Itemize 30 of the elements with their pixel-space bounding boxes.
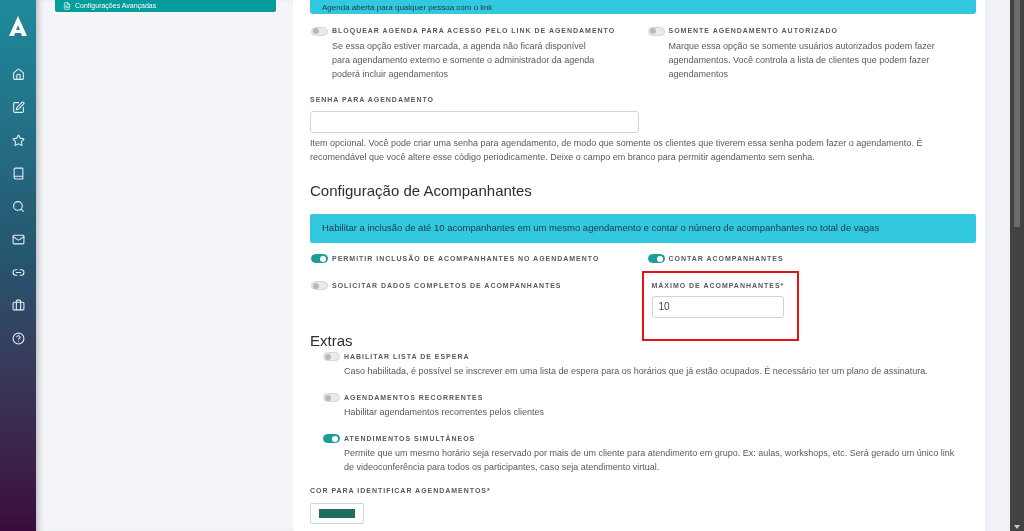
document-icon [63, 2, 71, 10]
option-description: Permite que um mesmo horário seja reservado por mais de um cliente para atendimento em grupo. Ex: aulas, workshops, etc. Será gerado um único link de videoconferência para todos os participantes, caso seja atendimento virtual. [343, 446, 956, 474]
link-icon[interactable] [11, 266, 25, 279]
toggle-switch[interactable] [647, 254, 665, 263]
toggle-switch[interactable] [311, 254, 328, 263]
help-text: Item opcional. Você pode criar uma senha para agendamento, de modo que somente os clientes que tiverem essa senha podem fazer o agendamento. É recomendável que você altere esse código periodicamente. Deixe o campo em branco para permitir agendamento sem senha. [310, 137, 924, 164]
info-text: Habilitar a inclusão de até 10 acompanhantes em um mesmo agendamento e contar o número de acompanhantes no total de vagas [322, 220, 880, 235]
option-description: Se essa opção estiver marcada, a agenda não ficará disponível para agendamento externo e somente o administrador da agenda poderá incluir agendamentos [331, 40, 596, 81]
scrollbar[interactable] [1010, 0, 1024, 531]
notice-text: Agenda aberta para qualquer pessoa com o link [322, 2, 493, 12]
logo-icon[interactable] [9, 16, 27, 36]
briefcase-icon[interactable] [11, 299, 25, 312]
option-description: Habilitar agendamentos recorrentes pelos clientes [343, 405, 546, 419]
color-picker[interactable] [310, 502, 364, 524]
toggle-switch[interactable] [323, 434, 340, 443]
section-title: Extras [310, 331, 354, 350]
scroll-down-icon[interactable] [1014, 525, 1020, 529]
search-icon[interactable] [11, 200, 25, 213]
option-description: Marque essa opção se somente usuários autorizados podem fazer agendamentos. Você controla a lista de clientes que podem fazer agendamentos [667, 40, 936, 81]
section-title: Configuração de Acompanhantes [310, 181, 533, 201]
edit-icon[interactable] [11, 101, 25, 114]
star-icon[interactable] [11, 134, 25, 147]
home-icon[interactable] [11, 68, 25, 81]
mail-icon[interactable] [11, 233, 25, 246]
option-description: Caso habilitada, é possível se inscrever em uma lista de espera para os horários que já estão ocupados. É necessário ter um plano de assinatura. [343, 364, 929, 378]
scrollbar-thumb[interactable] [1014, 0, 1020, 227]
book-icon[interactable] [11, 167, 25, 180]
help-icon[interactable] [11, 332, 25, 345]
max-companions-field[interactable]: 10 [651, 295, 784, 318]
password-field[interactable] [310, 111, 639, 133]
